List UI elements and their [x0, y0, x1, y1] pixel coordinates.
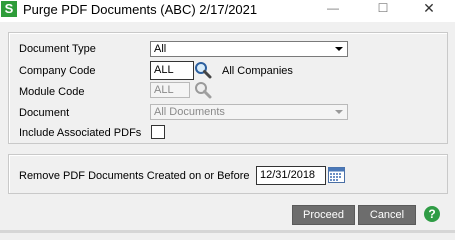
cancel-button[interactable]: Cancel [358, 205, 416, 225]
purge-dialog: S Purge PDF Documents (ABC) 2/17/2021 — … [0, 0, 455, 233]
document-label: Document [19, 107, 70, 119]
company-lookup-icon[interactable] [194, 61, 212, 79]
document-type-label: Document Type [19, 43, 96, 55]
cancel-label: Cancel [369, 209, 405, 221]
title-bar: S Purge PDF Documents (ABC) 2/17/2021 — … [0, 0, 455, 22]
minimize-button[interactable]: — [320, 0, 346, 18]
sage-app-icon: S [1, 1, 17, 17]
window-title: Purge PDF Documents (ABC) 2/17/2021 [23, 2, 258, 17]
document-value: All Documents [154, 106, 225, 118]
proceed-button[interactable]: Proceed [292, 205, 355, 225]
company-code-label: Company Code [19, 65, 96, 77]
purge-date-input[interactable]: 12/31/2018 [256, 166, 326, 185]
module-code-input: ALL [150, 82, 190, 98]
chevron-down-icon [335, 47, 343, 51]
chevron-down-icon [335, 110, 343, 114]
company-code-input[interactable]: ALL [150, 61, 194, 80]
close-button[interactable]: ✕ [416, 0, 442, 18]
module-code-label: Module Code [19, 86, 85, 98]
company-name-text: All Companies [222, 65, 293, 77]
calendar-icon[interactable] [328, 167, 345, 183]
document-type-value: All [154, 43, 167, 55]
purge-date-label: Remove PDF Documents Created on or Befor… [19, 170, 250, 182]
include-pdfs-checkbox[interactable] [151, 125, 165, 139]
help-icon[interactable]: ? [424, 206, 440, 222]
maximize-button[interactable]: ☐ [370, 0, 396, 18]
document-type-select[interactable]: All [150, 41, 348, 57]
module-lookup-icon [195, 82, 212, 99]
include-pdfs-label: Include Associated PDFs [19, 127, 142, 139]
window-bottom-edge [0, 230, 455, 233]
proceed-label: Proceed [303, 209, 344, 221]
document-select: All Documents [150, 104, 348, 120]
